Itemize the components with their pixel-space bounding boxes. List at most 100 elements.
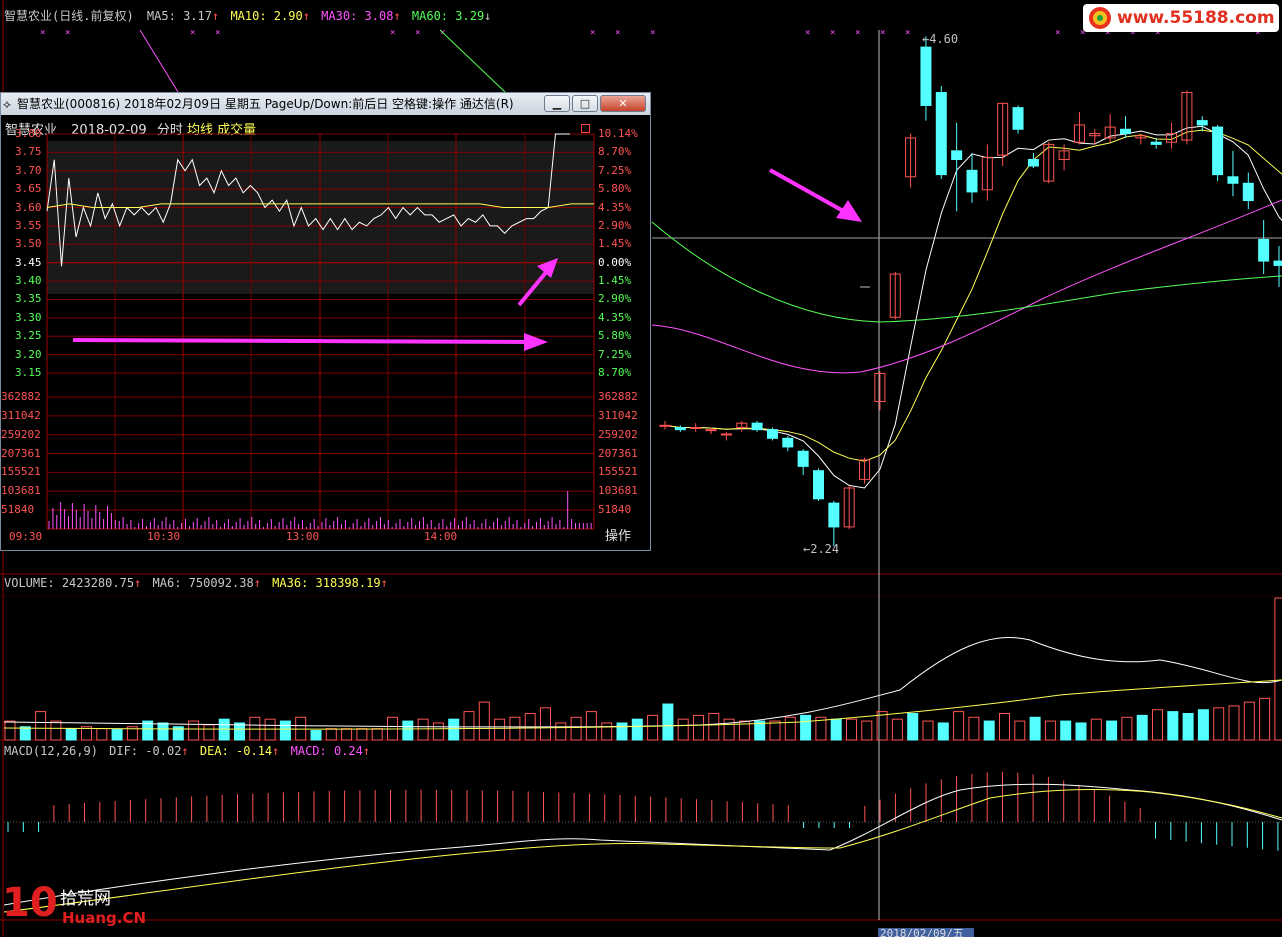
popup-titlebar[interactable]: ⟡ 智慧农业(000816) 2018年02月09日 星期五 PageUp/Do… bbox=[1, 93, 650, 115]
percent-tick-label: 5.80% bbox=[598, 329, 632, 343]
arrow-head bbox=[524, 333, 548, 351]
price-tick-label: 3.80 bbox=[15, 127, 42, 140]
percent-tick-label: 1.45% bbox=[598, 274, 632, 288]
volume-bar bbox=[631, 718, 643, 741]
candle bbox=[736, 421, 748, 432]
volume-value: 2423280.75 bbox=[61, 576, 135, 590]
ma60-value: 3.29 bbox=[455, 9, 485, 23]
volume-bar bbox=[677, 718, 689, 741]
time-tick-label: 10:30 bbox=[147, 530, 181, 543]
price-tick-label: 3.75 bbox=[15, 145, 42, 159]
volume-bar bbox=[937, 722, 949, 741]
cursor-date-tag: 2018/02/09/五 bbox=[878, 928, 974, 937]
macd-legend: MACD(12,26,9) DIF: -0.02↑ DEA: -0.14↑ MA… bbox=[4, 744, 370, 758]
volume-bar bbox=[1121, 716, 1133, 741]
maximize-button[interactable]: □ bbox=[572, 95, 598, 112]
volume-bar bbox=[1106, 720, 1118, 741]
volume-bar bbox=[371, 728, 383, 741]
volume-bar bbox=[341, 728, 353, 741]
dif-line bbox=[3, 783, 1282, 906]
ma30-line bbox=[651, 199, 1282, 374]
volume-bar bbox=[1029, 716, 1041, 741]
volume-bar bbox=[157, 722, 169, 741]
popup-window-title: 智慧农业(000816) 2018年02月09日 星期五 PageUp/Down… bbox=[17, 97, 514, 111]
dif-label: DIF: bbox=[109, 744, 139, 758]
percent-tick-label: 5.80% bbox=[598, 182, 632, 196]
dea-line bbox=[3, 789, 1282, 913]
candle bbox=[720, 431, 732, 441]
volume-tick-label: 103681 bbox=[1, 484, 41, 498]
site-url: www.55188.com bbox=[1117, 8, 1275, 28]
volume-bar bbox=[356, 728, 368, 741]
candle bbox=[889, 271, 901, 320]
dea-label: DEA: bbox=[199, 744, 229, 758]
ma30-label: MA30: bbox=[321, 9, 358, 23]
volume-bar bbox=[708, 712, 720, 741]
price-tick-label: 3.20 bbox=[15, 347, 42, 361]
volume-bar bbox=[769, 720, 781, 741]
volume-bar bbox=[846, 718, 857, 741]
volume-tick-label: 51840 bbox=[598, 503, 632, 517]
volume-bar bbox=[50, 720, 62, 741]
volume-bar bbox=[1060, 720, 1072, 741]
volume-bar bbox=[432, 722, 444, 741]
volume-bar bbox=[861, 720, 873, 741]
volume-layer bbox=[3, 597, 1282, 741]
minimize-button[interactable]: ▁ bbox=[544, 95, 570, 112]
event-marker: × bbox=[65, 28, 70, 38]
candle bbox=[751, 421, 763, 432]
volume-bar bbox=[1259, 697, 1271, 741]
candle bbox=[766, 427, 778, 441]
candle bbox=[674, 425, 686, 432]
event-marker: × bbox=[390, 28, 395, 38]
volume-bar bbox=[509, 716, 521, 741]
arrow-shaft bbox=[72, 338, 527, 344]
volume-bar bbox=[1090, 718, 1102, 741]
event-marker: × bbox=[190, 28, 195, 38]
ma5-label: MA5: bbox=[146, 9, 176, 23]
volume-label: VOLUME: bbox=[4, 576, 55, 590]
price-tick-label: 3.25 bbox=[15, 329, 42, 343]
volume-bar bbox=[1136, 714, 1148, 741]
time-tick-label: 13:00 bbox=[286, 530, 320, 543]
volume-bar bbox=[448, 718, 460, 741]
ma6-label: MA6: bbox=[152, 576, 182, 590]
candle bbox=[1273, 245, 1282, 288]
candle-body bbox=[1212, 126, 1224, 176]
volume-bar bbox=[616, 722, 628, 741]
candle bbox=[690, 423, 702, 432]
site-logo-icon bbox=[1089, 7, 1111, 29]
intraday-popup-window[interactable]: ⟡ 智慧农业(000816) 2018年02月09日 星期五 PageUp/Do… bbox=[0, 92, 651, 551]
volume-tick-label: 207361 bbox=[1, 446, 41, 460]
volume-tick-label: 103681 bbox=[598, 484, 638, 498]
candle bbox=[1258, 220, 1270, 275]
price-tick-label: 3.35 bbox=[15, 292, 42, 306]
volume-bar bbox=[601, 722, 613, 741]
ma60-label: MA60: bbox=[411, 9, 449, 23]
volume-tick-label: 207361 bbox=[598, 446, 638, 460]
volume-bar bbox=[999, 712, 1010, 741]
volume-bar bbox=[1075, 722, 1087, 741]
price-tick-label: 3.50 bbox=[15, 237, 42, 251]
volume-bar bbox=[65, 728, 77, 741]
volume-bar bbox=[279, 720, 291, 741]
candle-body bbox=[935, 92, 947, 176]
volume-tick-label: 155521 bbox=[1, 465, 41, 479]
operate-button[interactable]: 操作 bbox=[598, 528, 638, 546]
candle bbox=[843, 485, 855, 530]
event-marker: × bbox=[905, 28, 910, 38]
up-arrow-icon: ↑ bbox=[134, 576, 142, 590]
volume-bar bbox=[494, 718, 506, 741]
volume-bar bbox=[203, 724, 215, 741]
percent-tick-label: 7.25% bbox=[598, 163, 632, 177]
ma30-value: 3.08 bbox=[364, 9, 394, 23]
percent-tick-label: 8.70% bbox=[598, 145, 632, 159]
volume-bar bbox=[264, 718, 276, 741]
close-button[interactable]: ✕ bbox=[600, 95, 646, 112]
candle bbox=[1196, 116, 1208, 132]
volume-bar bbox=[907, 712, 919, 741]
site-watermark: www.55188.com bbox=[1083, 4, 1279, 32]
volume-bar bbox=[1167, 711, 1179, 741]
candle bbox=[981, 144, 993, 201]
candle bbox=[1027, 153, 1039, 169]
